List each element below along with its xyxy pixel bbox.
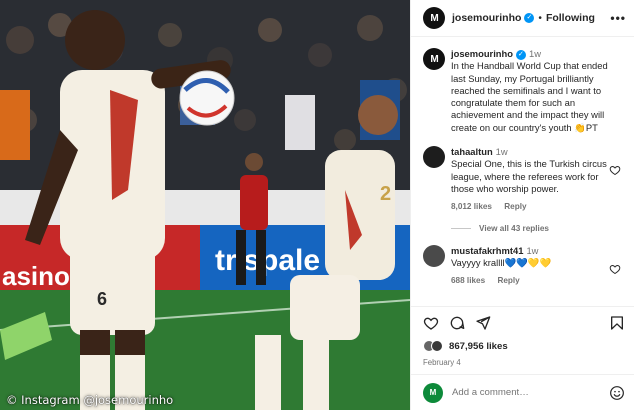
divider [451, 227, 471, 229]
ad-board-text-left: asino [2, 261, 70, 291]
likes-count[interactable]: 867,956 likes [449, 341, 508, 352]
commenter-avatar[interactable] [423, 146, 445, 169]
post-actions: 867,956 likes February 4 [411, 306, 634, 367]
heart-icon[interactable] [609, 263, 621, 275]
match-photo: tr.spale asino 2 6 [0, 0, 410, 410]
following-button[interactable]: Following [546, 12, 595, 24]
view-all-replies[interactable]: View all 43 replies [411, 224, 634, 233]
heart-icon[interactable] [609, 164, 621, 176]
caption-text: In the Handball World Cup that ended las… [451, 60, 608, 133]
comment-icon[interactable] [449, 315, 465, 331]
emoji-icon[interactable] [609, 385, 625, 401]
comment-item: mustafakrhmt41 1w Vayyyy krallll💙💙💛💛 688 … [411, 244, 634, 288]
verified-icon: ✓ [515, 49, 526, 60]
add-comment-bar: M [411, 374, 634, 410]
commenter-avatar[interactable] [423, 244, 445, 267]
caption-username[interactable]: josemourinho [451, 48, 513, 59]
comment-likes[interactable]: 8,012 likes [451, 202, 492, 211]
share-icon[interactable] [475, 315, 491, 331]
comment-time[interactable]: 1w [496, 146, 508, 157]
post-header: M josemourinho ✓ • Following ••• [411, 0, 634, 37]
reply-button[interactable]: Reply [504, 202, 526, 211]
comment-text: Vayyyy krallll💙💙💛💛 [451, 256, 552, 268]
caption-avatar[interactable]: M [423, 48, 445, 70]
bookmark-icon[interactable] [609, 315, 625, 331]
comment-item: tahaaltun 1w Special One, this is the Tur… [411, 146, 634, 213]
photo-credit: © Instagram @josemourinho [6, 393, 174, 407]
more-icon[interactable]: ••• [610, 11, 626, 25]
header-separator: • [538, 12, 542, 24]
reply-button[interactable]: Reply [497, 276, 519, 285]
comment-username[interactable]: tahaaltun [451, 146, 493, 157]
comment-likes[interactable]: 688 likes [451, 276, 485, 285]
header-username[interactable]: josemourinho [452, 12, 521, 24]
verified-icon: ✓ [524, 13, 535, 23]
ad-board-text: tr.spale [215, 244, 320, 277]
current-user-avatar: M [423, 382, 443, 403]
liker-avatar[interactable] [431, 340, 443, 352]
shirt-number-right: 2 [380, 183, 391, 205]
add-comment-input[interactable] [452, 387, 592, 398]
comment-time[interactable]: 1w [526, 245, 538, 256]
caption-time[interactable]: 1w [529, 48, 541, 59]
comment-text: Special One, this is the Turkish circus … [451, 158, 607, 194]
avatar[interactable]: M [423, 7, 445, 29]
post-image[interactable]: tr.spale asino 2 6 © Instagram @josemour… [0, 0, 410, 410]
view-all-replies-label[interactable]: View all 43 replies [479, 224, 549, 233]
post-caption: M josemourinho ✓ 1w In the Handball World … [411, 38, 634, 134]
post-sidebar: M josemourinho ✓ • Following ••• M josem… [410, 0, 634, 410]
comments-section[interactable]: M josemourinho ✓ 1w In the Handball World … [411, 38, 634, 306]
shirt-number-shorts: 6 [97, 289, 107, 309]
comment-username[interactable]: mustafakrhmt41 [451, 245, 523, 256]
post-date[interactable]: February 4 [423, 358, 625, 367]
like-heart-icon[interactable] [423, 315, 439, 331]
